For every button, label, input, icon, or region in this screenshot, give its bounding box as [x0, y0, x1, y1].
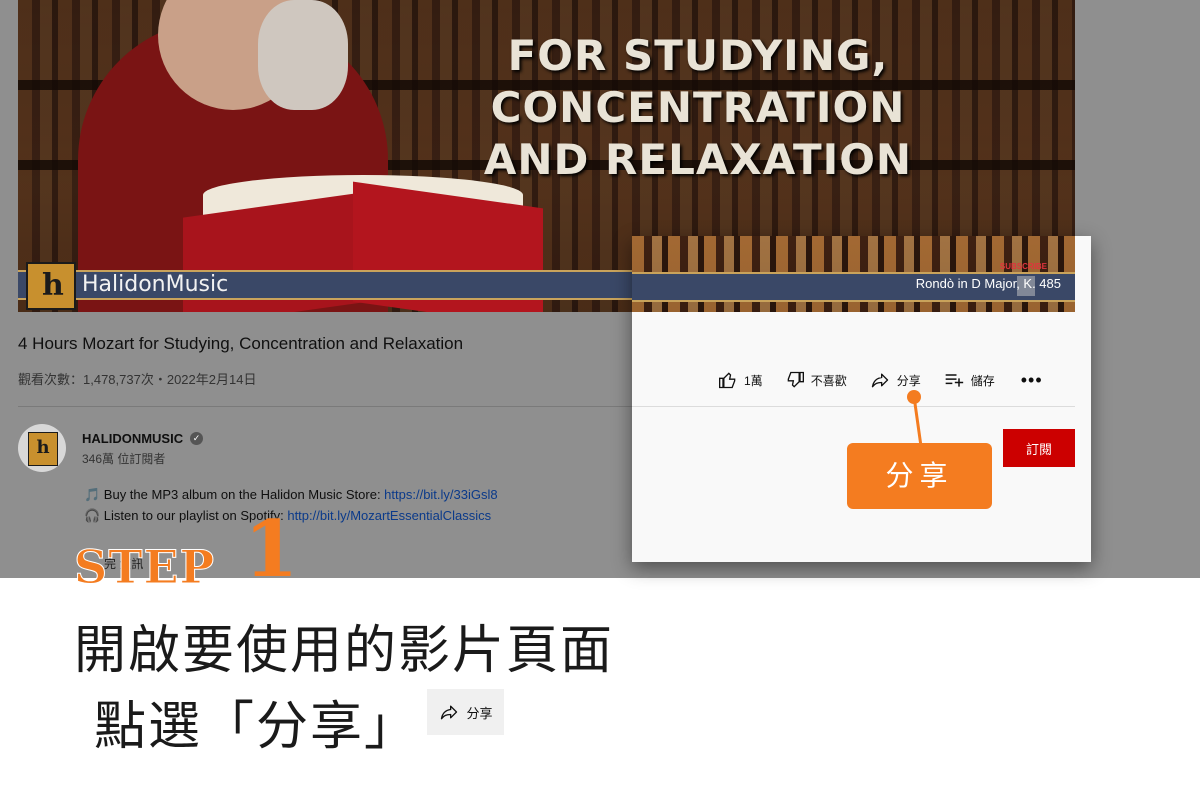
overlay-line-1: FOR STUDYING, CONCENTRATION [490, 31, 906, 132]
halidon-logo-icon: h [26, 262, 76, 310]
share-arrow-icon [441, 705, 458, 720]
thumbs-up-icon [719, 372, 736, 389]
subscriber-count: 346萬 位訂閱者 [82, 452, 166, 466]
thumbs-down-icon [787, 371, 804, 388]
video-title: 4 Hours Mozart for Studying, Concentrati… [18, 334, 464, 353]
action-bar: 1萬 不喜歡 分享 儲存 ••• [718, 368, 1043, 392]
instruction-line-2: 點選「分享」 [94, 697, 419, 757]
description-text: 🎵 Buy the MP3 album on the Halidon Music… [84, 487, 385, 502]
step-number: 1 [244, 504, 299, 595]
share-button[interactable]: 分享 [869, 370, 921, 390]
save-label: 儲存 [970, 373, 995, 388]
save-button[interactable]: 儲存 [943, 370, 995, 390]
description-link[interactable]: https://bit.ly/33iGsl8 [384, 487, 497, 502]
zoomed-video-strip: SUBSCRIBE Rondò in D Major, K. 485 [632, 236, 1075, 312]
share-chip: 分享 [427, 689, 504, 735]
video-overlay-title: FOR STUDYING, CONCENTRATION AND RELAXATI… [348, 30, 1048, 186]
channel-logo-icon: h [28, 432, 58, 466]
description-link[interactable]: http://bit.ly/MozartEssentialClassics [287, 508, 491, 523]
share-callout-label: 分享 [847, 443, 992, 509]
overlay-line-2: AND RELAXATION [483, 135, 913, 184]
playlist-add-icon [945, 374, 963, 387]
video-subscribe-tag: SUBSCRIBE [999, 262, 1047, 271]
description-line-1: 🎵 Buy the MP3 album on the Halidon Music… [84, 487, 498, 503]
subscribe-button[interactable]: 訂閱 [1003, 429, 1075, 467]
step-word: STEP [73, 540, 216, 595]
like-button[interactable]: 1萬 [718, 370, 763, 390]
verified-check-icon: ✓ [190, 432, 203, 445]
share-arrow-icon [871, 373, 888, 388]
share-label: 分享 [896, 373, 921, 388]
share-chip-label: 分享 [466, 705, 493, 721]
channel-name[interactable]: HALIDONMUSIC [82, 431, 183, 446]
view-count: 觀看次數：1,478,737次・2022年2月14日 [18, 372, 257, 387]
zoomed-action-panel: SUBSCRIBE Rondò in D Major, K. 485 1萬 不喜… [632, 236, 1091, 562]
dislike-label: 不喜歡 [810, 373, 847, 388]
like-count: 1萬 [744, 373, 763, 388]
portrait-hair [258, 0, 348, 110]
brand-name: HalidonMusic [82, 272, 229, 297]
dislike-button[interactable]: 不喜歡 [785, 370, 847, 390]
panel-divider [632, 406, 1075, 407]
instruction-line-1: 開啟要使用的影片頁面 [74, 621, 615, 681]
more-actions-button[interactable]: ••• [1021, 371, 1043, 389]
track-name: Rondò in D Major, K. 485 [915, 276, 1061, 291]
